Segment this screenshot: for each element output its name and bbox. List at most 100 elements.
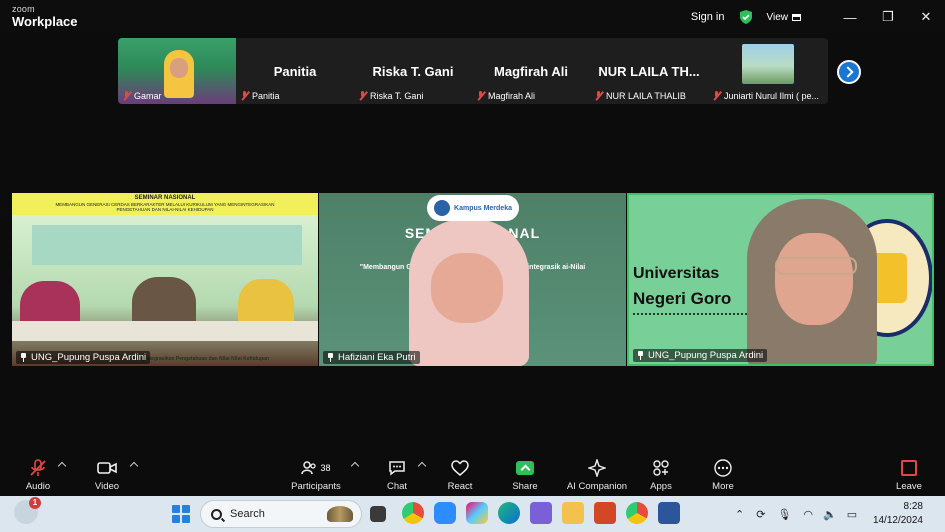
react-button[interactable]: React bbox=[425, 458, 495, 492]
view-button[interactable]: View bbox=[766, 11, 801, 23]
more-button[interactable]: More bbox=[688, 458, 758, 492]
task-view-icon[interactable] bbox=[370, 506, 386, 522]
video-label: Video bbox=[94, 481, 120, 492]
copilot-icon[interactable] bbox=[466, 502, 488, 524]
kampus-merdeka-badge: Kampus Merdeka bbox=[427, 195, 519, 221]
strip-tile-nur-laila[interactable]: NUR LAILA TH... NUR LAILA THALIB bbox=[590, 38, 708, 104]
sparkle-icon bbox=[588, 459, 606, 477]
windows-start-icon[interactable] bbox=[172, 505, 190, 523]
video-tile-room[interactable]: SEMINAR NASIONAL MEMBANGUN GENERASI CERD… bbox=[12, 193, 318, 366]
video-tile-label: UNG_Pupung Puspa Ardini bbox=[633, 349, 768, 362]
zoom-app-icon[interactable] bbox=[434, 502, 456, 524]
university-text-line1: Universitas bbox=[633, 265, 720, 282]
strip-next-page-button[interactable] bbox=[837, 60, 861, 84]
participants-label: Participants bbox=[291, 481, 341, 492]
ai-companion-label: AI Companion bbox=[566, 481, 628, 492]
video-camera-icon bbox=[97, 462, 117, 474]
strip-tile-label: Gamar bbox=[122, 91, 162, 101]
brand-workplace: Workplace bbox=[12, 14, 78, 29]
share-button[interactable]: Share bbox=[490, 458, 560, 492]
volume-icon[interactable]: 🔈 bbox=[823, 508, 837, 521]
leave-label: Leave bbox=[896, 481, 922, 492]
mic-muted-icon bbox=[594, 91, 603, 101]
word-icon[interactable] bbox=[658, 502, 680, 524]
strip-tile-panitia[interactable]: Panitia Panitia bbox=[236, 38, 354, 104]
apps-button[interactable]: Apps bbox=[626, 458, 696, 492]
clock-time: 8:28 bbox=[903, 501, 923, 512]
view-label: View bbox=[766, 11, 789, 23]
apps-icon bbox=[653, 460, 669, 476]
more-dots-icon bbox=[714, 459, 732, 477]
more-label: More bbox=[712, 481, 734, 492]
brand-zoom: zoom bbox=[12, 4, 35, 14]
strip-tile-label: Panitia bbox=[240, 91, 280, 101]
participant-face bbox=[431, 253, 503, 323]
leave-door-icon bbox=[901, 460, 917, 476]
participant-name: NUR LAILA THALIB bbox=[606, 91, 686, 101]
apps-label: Apps bbox=[650, 481, 672, 492]
video-tile-label: UNG_Pupung Puspa Ardini bbox=[16, 351, 151, 364]
participants-options-chevron-icon[interactable] bbox=[350, 461, 360, 471]
sync-icon[interactable]: ⟳ bbox=[756, 508, 765, 521]
notification-avatar[interactable]: 1 bbox=[14, 497, 41, 524]
mic-muted-icon bbox=[240, 91, 249, 101]
file-explorer-icon[interactable] bbox=[562, 502, 584, 524]
participant-name: UNG_Pupung Puspa Ardini bbox=[648, 350, 764, 361]
banner-title: SEMINAR NASIONAL bbox=[134, 195, 196, 201]
strip-tile-juniarti[interactable]: Juniarti Nurul Ilmi ( pe... bbox=[708, 38, 826, 104]
mic-muted-icon bbox=[30, 459, 46, 476]
share-screen-icon bbox=[516, 461, 534, 475]
seminar-banner: SEMINAR NASIONAL MEMBANGUN GENERASI CERD… bbox=[12, 193, 318, 215]
video-tile-speaker[interactable]: SEMIN NASIONAL "Membangun Gener Melalui … bbox=[319, 193, 626, 366]
strip-tile-magfirah[interactable]: Magfirah Ali Magfirah Ali bbox=[472, 38, 590, 104]
participant-name: Panitia bbox=[252, 91, 280, 101]
close-button[interactable]: ✕ bbox=[907, 0, 945, 34]
taskbar-search-box[interactable]: Search bbox=[200, 500, 362, 528]
leave-button[interactable]: Leave bbox=[874, 458, 944, 492]
minimize-button[interactable]: — bbox=[831, 0, 869, 34]
microphone-icon[interactable]: 🎙 bbox=[777, 508, 791, 521]
notification-badge: 1 bbox=[29, 497, 41, 509]
powerpoint-icon[interactable] bbox=[594, 502, 616, 524]
title-bar: zoom Workplace Sign in View — ❐ ✕ bbox=[0, 0, 945, 34]
strip-tile-label: Juniarti Nurul Ilmi ( pe... bbox=[712, 91, 819, 101]
participant-name: UNG_Pupung Puspa Ardini bbox=[31, 352, 147, 363]
video-tile-active-speaker[interactable]: Universitas Negeri Goro UNG_Pupung Puspa… bbox=[627, 193, 934, 366]
chrome-profile-icon[interactable] bbox=[626, 502, 648, 524]
audio-label: Audio bbox=[25, 481, 51, 492]
video-tile-label: Hafiziani Eka Putri bbox=[323, 351, 420, 364]
taskbar-clock[interactable]: 8:28 14/12/2024 bbox=[873, 500, 923, 528]
participant-strip: Gamar Panitia Panitia Riska T. Gani Risk… bbox=[118, 38, 828, 104]
strip-tile-gamar[interactable]: Gamar bbox=[118, 38, 236, 104]
strip-tile-riska[interactable]: Riska T. Gani Riska T. Gani bbox=[354, 38, 472, 104]
participant-display-name: Riska T. Gani bbox=[372, 64, 454, 79]
search-icon bbox=[211, 508, 222, 520]
participant-display-name: NUR LAILA TH... bbox=[598, 64, 700, 79]
ai-companion-button[interactable]: AI Companion bbox=[562, 458, 632, 492]
banner-subtitle: MEMBANGUN GENERASI CERDAS BERKARAKTER ME… bbox=[55, 202, 275, 213]
mic-muted-icon bbox=[358, 91, 367, 101]
search-placeholder: Search bbox=[230, 508, 265, 520]
snipping-tool-icon[interactable] bbox=[530, 502, 552, 524]
battery-icon[interactable]: ▭ bbox=[847, 508, 857, 521]
participant-profile-photo bbox=[742, 44, 794, 84]
mic-muted-icon bbox=[712, 91, 721, 101]
react-label: React bbox=[447, 481, 473, 492]
wifi-icon[interactable]: ◠ bbox=[803, 508, 813, 521]
pin-icon bbox=[20, 353, 27, 362]
participants-button[interactable]: 38 Participants bbox=[281, 458, 351, 492]
participant-name: Gamar bbox=[134, 91, 162, 101]
sign-in-button[interactable]: Sign in bbox=[691, 11, 725, 23]
maximize-button[interactable]: ❐ bbox=[869, 0, 907, 34]
shield-check-icon[interactable] bbox=[739, 10, 753, 24]
chat-bubble-icon bbox=[389, 461, 405, 476]
tray-overflow-chevron-icon[interactable]: ⌃ bbox=[735, 508, 744, 521]
search-highlight-image bbox=[327, 506, 353, 522]
share-label: Share bbox=[512, 481, 538, 492]
participant-name: Juniarti Nurul Ilmi ( pe... bbox=[724, 91, 820, 101]
gallery-view: SEMINAR NASIONAL MEMBANGUN GENERASI CERD… bbox=[12, 193, 934, 366]
participant-name: Riska T. Gani bbox=[370, 91, 424, 101]
participants-count: 38 bbox=[320, 463, 331, 473]
chrome-icon[interactable] bbox=[402, 502, 424, 524]
edge-icon[interactable] bbox=[498, 502, 520, 524]
